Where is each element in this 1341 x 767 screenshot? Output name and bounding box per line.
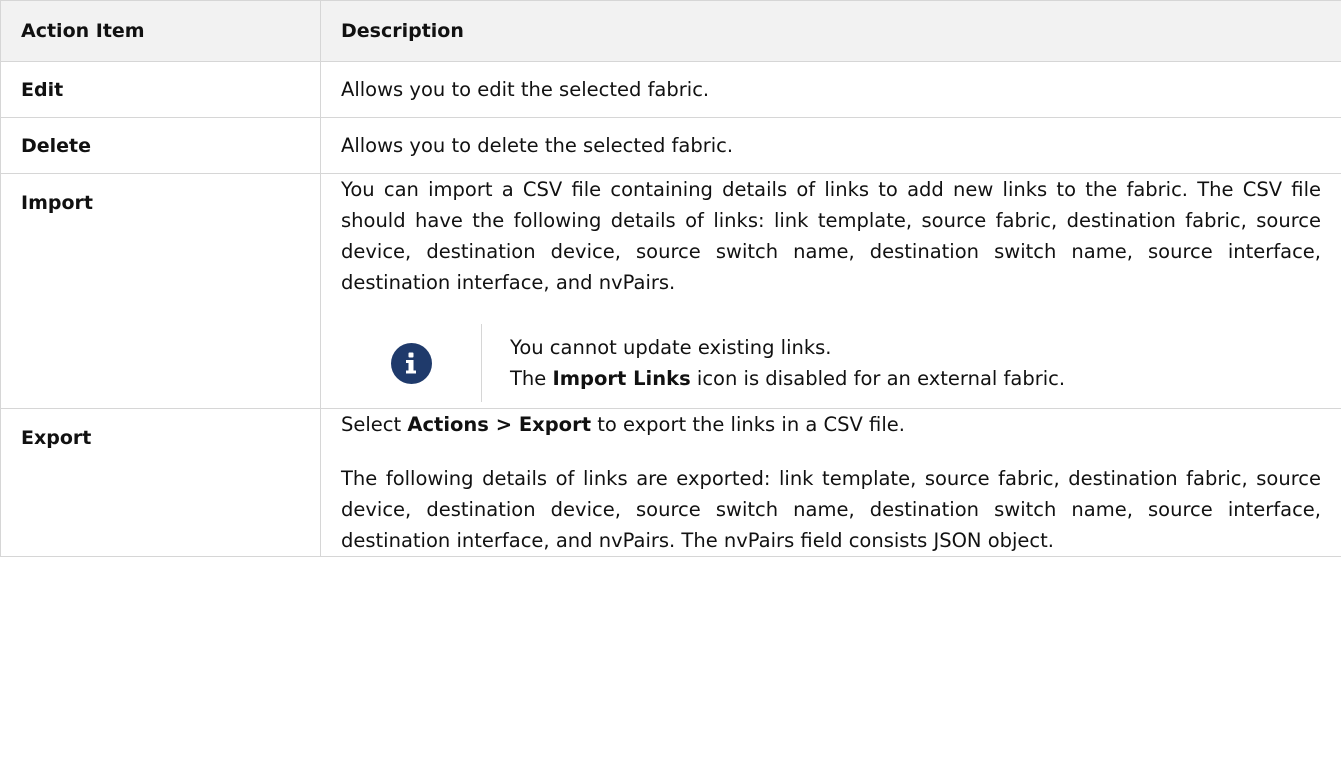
row-export-item: Export <box>0 408 321 557</box>
row-edit-description: Allows you to edit the selected fabric. <box>320 61 1341 118</box>
row-export-description: Select Actions > Export to export the li… <box>320 408 1341 557</box>
import-paragraph: You can import a CSV file containing det… <box>341 178 1321 294</box>
row-delete-description: Allows you to delete the selected fabric… <box>320 117 1341 174</box>
table-row: Delete Allows you to delete the selected… <box>0 117 1341 174</box>
note-line-2: The Import Links icon is disabled for an… <box>510 367 1066 390</box>
actions-export-term: Actions > Export <box>407 413 592 436</box>
export-paragraph-2: The following details of links are expor… <box>341 467 1321 552</box>
note-text: You cannot update existing links. The Im… <box>481 324 1065 402</box>
table-row: Import You can import a CSV file contain… <box>0 173 1341 409</box>
header-description: Description <box>320 0 1341 62</box>
table-header-row: Action Item Description <box>0 0 1341 62</box>
table-row: Edit Allows you to edit the selected fab… <box>0 61 1341 118</box>
row-import-item: Import <box>0 173 321 409</box>
info-note: You cannot update existing links. The Im… <box>341 324 1321 402</box>
row-import-description: You can import a CSV file containing det… <box>320 173 1341 409</box>
note-line-1: You cannot update existing links. <box>510 336 832 359</box>
import-links-term: Import Links <box>552 367 691 390</box>
action-items-table: Action Item Description Edit Allows you … <box>0 0 1341 557</box>
table-row: Export Select Actions > Export to export… <box>0 408 1341 557</box>
header-action-item: Action Item <box>0 0 321 62</box>
row-delete-item: Delete <box>0 117 321 174</box>
row-edit-item: Edit <box>0 61 321 118</box>
info-icon <box>390 342 432 384</box>
export-paragraph-1: Select Actions > Export to export the li… <box>341 413 905 436</box>
